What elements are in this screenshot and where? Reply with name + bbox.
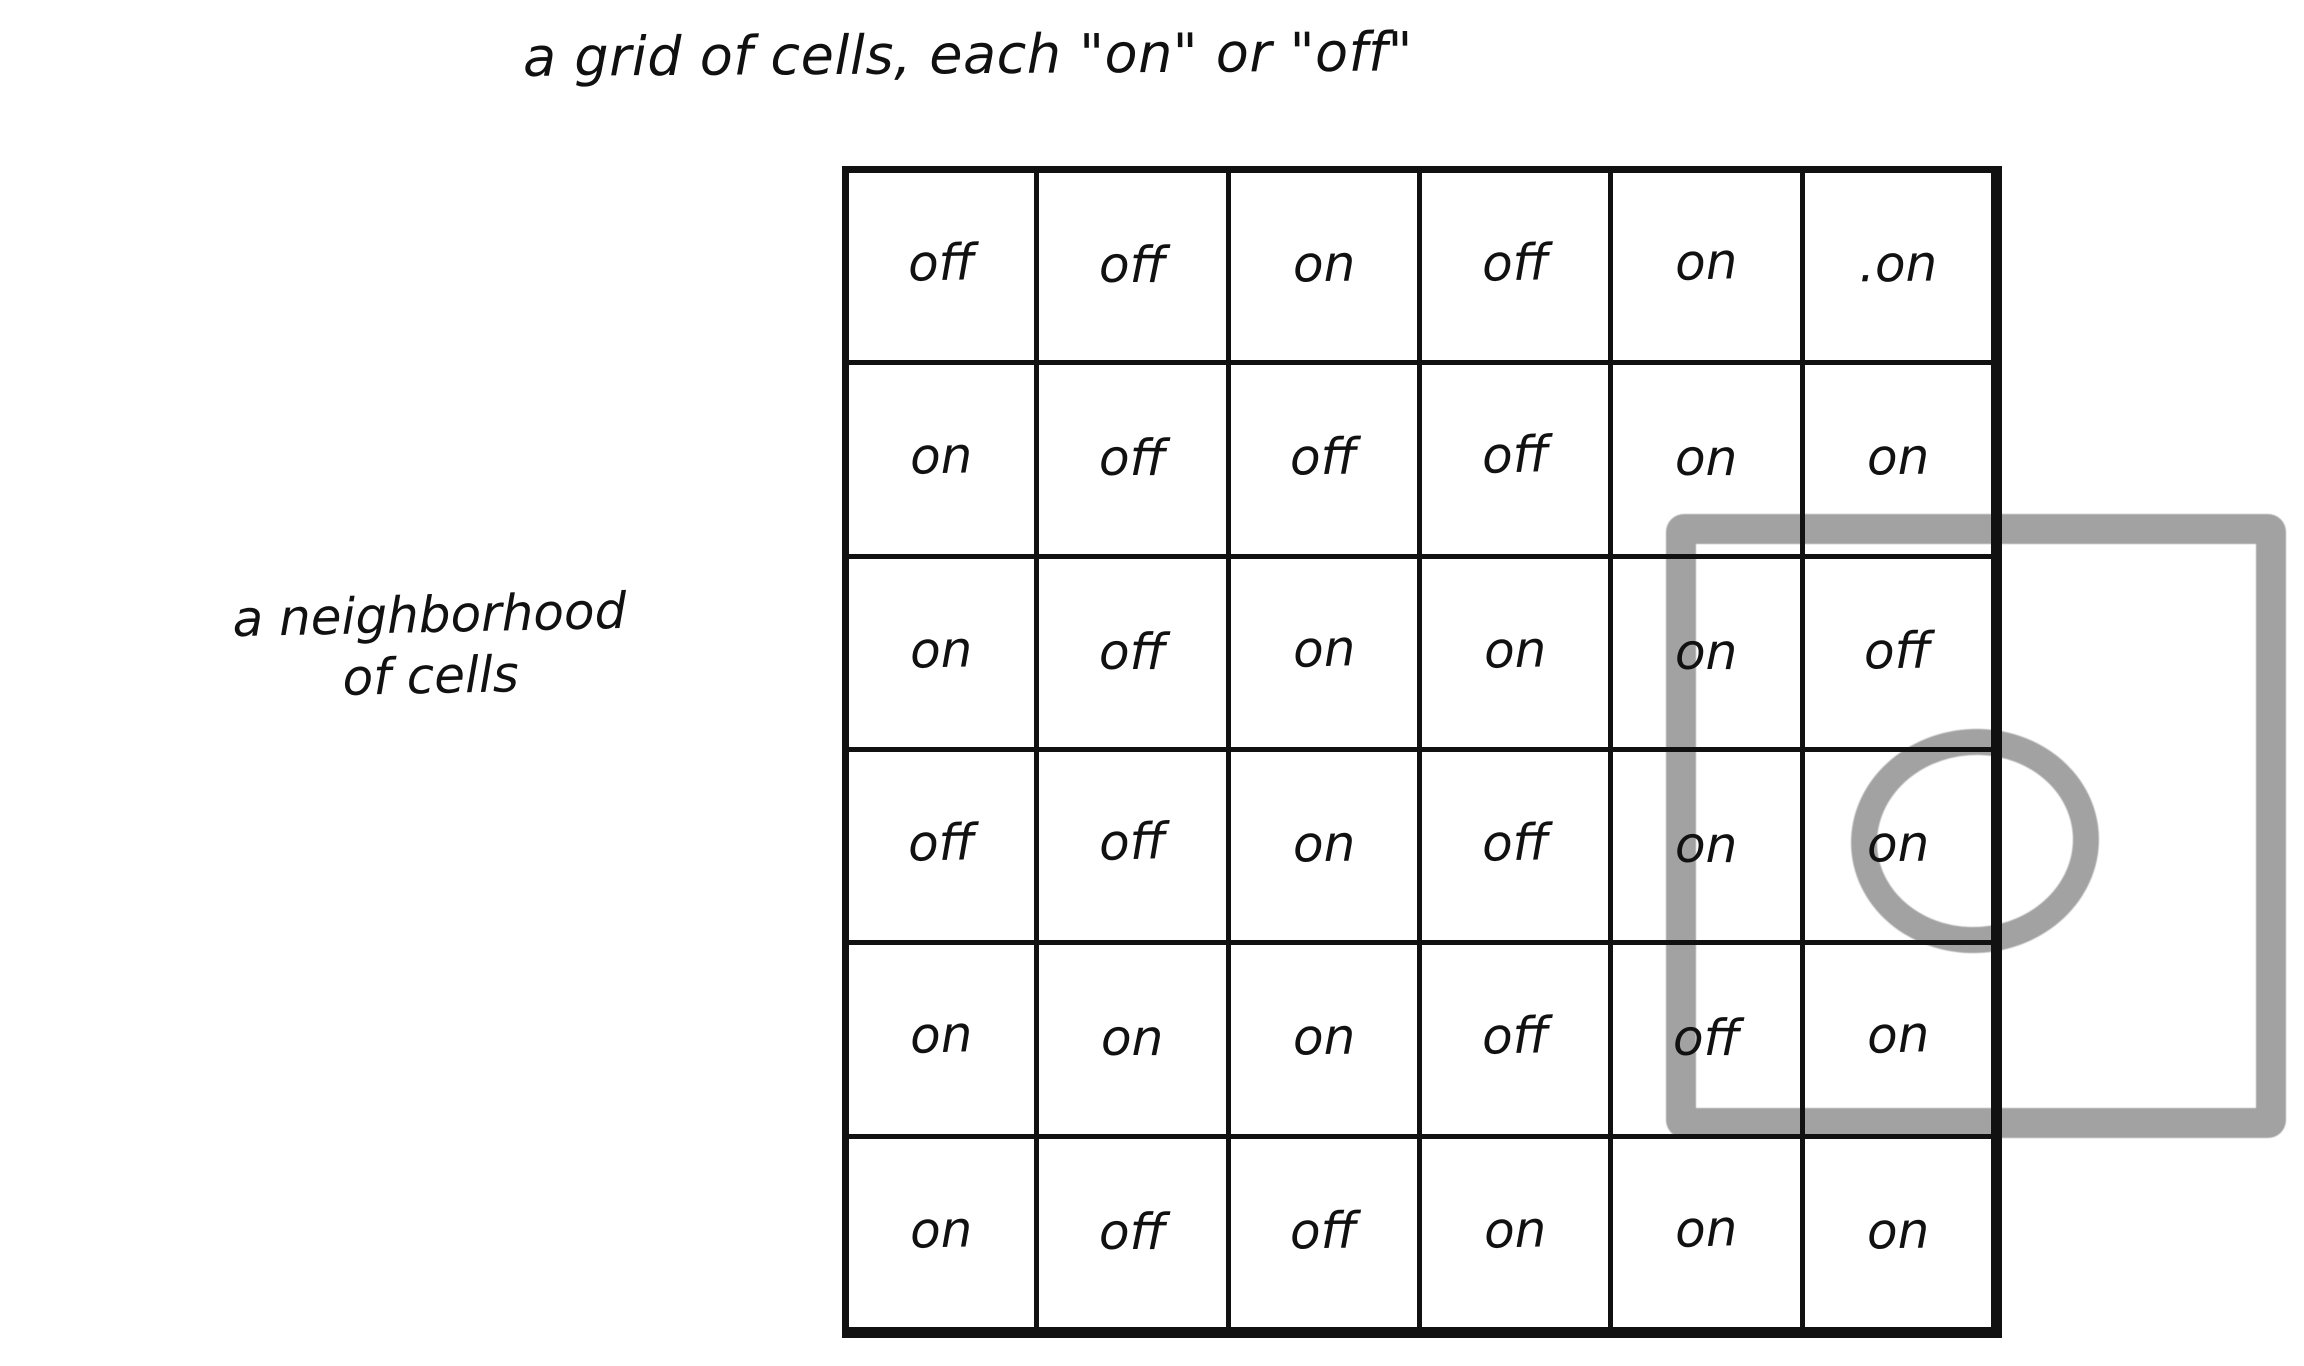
cell-grid: off off on off on .on on off off off on on on off on on… [848, 172, 1996, 1332]
grid-cell-value: on [1675, 815, 1738, 875]
grid-cell-value: on [1674, 1198, 1739, 1259]
grid-cell-value: on [1675, 429, 1738, 488]
grid-cell[interactable]: on [1230, 172, 1422, 366]
diagram-title: a grid of cells, each "on" or "off" [0, 15, 2304, 92]
grid-cell[interactable]: on [1613, 172, 1805, 366]
grid-cell[interactable]: .on [1804, 172, 1996, 366]
grid-cell[interactable]: on [1039, 945, 1231, 1139]
grid-cell-value: off [1481, 1006, 1550, 1067]
grid-cell-value: off [1098, 812, 1167, 873]
grid-cell[interactable]: on [848, 558, 1040, 752]
grid-cell-value: on [1483, 620, 1547, 680]
grid-cell-value: on [1292, 234, 1356, 294]
grid-cell-value: on [1292, 814, 1356, 874]
grid-cell[interactable]: on [1421, 1138, 1614, 1332]
grid-cell-value: off [1864, 621, 1932, 681]
grid-cell[interactable]: on [1804, 945, 1996, 1139]
grid-cell-value: on [1291, 618, 1356, 679]
grid-cell-value: off [1098, 622, 1167, 682]
grid-cell-value: off [1672, 1009, 1741, 1068]
grid-cell-value: off [1481, 233, 1550, 293]
grid-cell-value: on [1483, 1200, 1547, 1260]
grid-cell[interactable]: off [1421, 751, 1614, 946]
grid-cell-value: on [1866, 1201, 1930, 1261]
grid-cell[interactable]: on [1230, 558, 1422, 752]
grid-cell[interactable]: off [1421, 172, 1614, 366]
diagram-canvas: a grid of cells, each "on" or "off" a ne… [0, 0, 2304, 1366]
grid-cell-value: on [1675, 622, 1738, 682]
neighborhood-annotation-line1: a neighborhood [231, 581, 627, 649]
grid-cell[interactable]: off [1613, 945, 1805, 1139]
grid-cell-value: off [1481, 425, 1550, 486]
grid-cell[interactable]: on [1613, 365, 1805, 559]
grid-cell-value: off [907, 233, 976, 293]
grid-cell[interactable]: on [1613, 1138, 1805, 1332]
grid-cell[interactable]: on [1421, 558, 1614, 752]
grid-cell-value: off [1481, 813, 1550, 873]
grid-cell[interactable]: off [1230, 365, 1422, 559]
grid-cell[interactable]: off [1421, 365, 1614, 559]
grid-cell[interactable]: on [1804, 365, 1996, 559]
grid-cell[interactable]: off [1230, 1138, 1422, 1332]
grid-cell[interactable]: on [848, 945, 1040, 1139]
grid-cell[interactable]: off [848, 172, 1040, 366]
grid-cell-value: off [1290, 1201, 1358, 1261]
grid-cell[interactable]: off [1421, 945, 1614, 1139]
grid-cell-value: on [1101, 1009, 1164, 1068]
grid-cell-value: .on [1858, 234, 1938, 294]
grid-cell[interactable]: on [1613, 558, 1805, 752]
grid-cell[interactable]: off [1804, 558, 1996, 752]
grid-cell[interactable]: off [1039, 365, 1231, 559]
grid-cell-value: on [909, 620, 973, 680]
grid-cell[interactable]: on [848, 1138, 1040, 1332]
grid-cell-value: on [909, 1200, 973, 1260]
grid-cell[interactable]: on [1804, 751, 1996, 946]
grid-cell-value: off [1098, 429, 1167, 488]
neighborhood-annotation-line2: of cells [341, 645, 520, 707]
grid-cell[interactable]: on [848, 365, 1040, 559]
grid-cell-value: off [1098, 1202, 1167, 1262]
grid-cell-value: on [1674, 232, 1739, 293]
grid-cell-value: off [907, 813, 976, 873]
grid-cell-value: on [1866, 428, 1930, 487]
grid-cell-value: off [1098, 235, 1167, 295]
grid-cell[interactable]: on [1230, 945, 1422, 1139]
grid-cell[interactable]: on [1613, 751, 1805, 946]
grid-cell-value: off [1290, 428, 1358, 487]
diagram-title-text: a grid of cells, each "on" or "off" [522, 20, 1414, 89]
grid-cell[interactable]: off [1039, 172, 1231, 366]
grid-cell-value: on [1292, 1008, 1356, 1067]
grid-cell[interactable]: off [1039, 558, 1231, 752]
grid-cell-value: on [909, 1005, 974, 1066]
grid-cell-value: on [1866, 814, 1930, 874]
grid-cell-value: on [909, 426, 973, 487]
cell-grid-container: off off on off on .on on off off off on on on off on on… [842, 166, 2286, 1338]
grid-cell[interactable]: on [1804, 1138, 1996, 1332]
grid-cell[interactable]: off [848, 751, 1040, 946]
grid-cell[interactable]: off [1039, 751, 1231, 946]
grid-cell[interactable]: off [1039, 1138, 1231, 1332]
grid-cell[interactable]: on [1230, 751, 1422, 946]
grid-cell-value: on [1865, 1005, 1930, 1066]
neighborhood-annotation: a neighborhood of cells [189, 580, 671, 712]
